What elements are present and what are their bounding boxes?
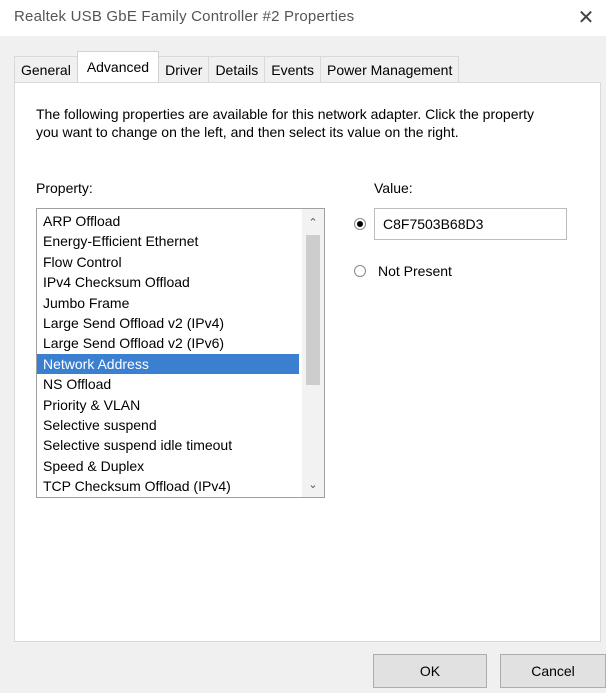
advanced-tab-panel: The following properties are available f…	[14, 82, 601, 642]
tab-strip: General Advanced Driver Details Events P…	[14, 51, 460, 82]
property-list-item[interactable]: Large Send Offload v2 (IPv6)	[37, 333, 299, 353]
description-text: The following properties are available f…	[36, 106, 535, 140]
close-button[interactable]: ✕	[566, 0, 606, 34]
tab-general[interactable]: General	[14, 56, 78, 82]
tab-advanced[interactable]: Advanced	[76, 51, 160, 82]
value-label: Value:	[374, 180, 413, 196]
property-list-item[interactable]: Priority & VLAN	[37, 395, 299, 415]
scrollbar-thumb[interactable]	[306, 235, 320, 385]
property-list-item[interactable]: Jumbo Frame	[37, 293, 299, 313]
tab-driver[interactable]: Driver	[158, 56, 210, 82]
property-listbox[interactable]: ARP Offload Energy-Efficient Ethernet Flow…	[36, 208, 325, 498]
property-list-item[interactable]: ARP Offload	[37, 211, 299, 231]
value-radio[interactable]	[354, 218, 366, 230]
property-list-item[interactable]: Large Send Offload v2 (IPv4)	[37, 313, 299, 333]
value-input[interactable]	[374, 208, 567, 240]
not-present-radio[interactable]	[354, 265, 366, 277]
scrollbar[interactable]: ⌃ ⌄	[302, 209, 324, 497]
title-bar: Realtek USB GbE Family Controller #2 Pro…	[0, 0, 606, 36]
property-list-item[interactable]: Energy-Efficient Ethernet	[37, 231, 299, 251]
scroll-up-button[interactable]: ⌃	[302, 211, 324, 233]
cancel-button[interactable]: Cancel	[500, 654, 606, 688]
property-list-item[interactable]: Selective suspend idle timeout	[37, 435, 299, 455]
property-label: Property:	[36, 180, 93, 196]
not-present-label[interactable]: Not Present	[378, 263, 452, 279]
ok-button[interactable]: OK	[373, 654, 487, 688]
tab-details[interactable]: Details	[208, 56, 266, 82]
chevron-down-icon: ⌄	[308, 478, 318, 491]
tab-power-management[interactable]: Power Management	[320, 56, 460, 82]
property-list-item[interactable]: IPv4 Checksum Offload	[37, 272, 299, 292]
property-list-item[interactable]: Network Address	[37, 353, 299, 375]
property-list-item[interactable]: TCP Checksum Offload (IPv4)	[37, 476, 299, 496]
scroll-down-button[interactable]: ⌄	[302, 473, 324, 495]
property-list-item[interactable]: Speed & Duplex	[37, 456, 299, 476]
property-list-item[interactable]: Flow Control	[37, 252, 299, 272]
chevron-up-icon: ⌃	[308, 216, 318, 229]
tab-events[interactable]: Events	[264, 56, 322, 82]
property-list-item[interactable]: Selective suspend	[37, 415, 299, 435]
property-list-item[interactable]: NS Offload	[37, 374, 299, 394]
close-icon: ✕	[577, 6, 595, 29]
property-list: ARP Offload Energy-Efficient Ethernet Flow…	[37, 211, 299, 496]
window-title: Realtek USB GbE Family Controller #2 Pro…	[14, 8, 355, 25]
